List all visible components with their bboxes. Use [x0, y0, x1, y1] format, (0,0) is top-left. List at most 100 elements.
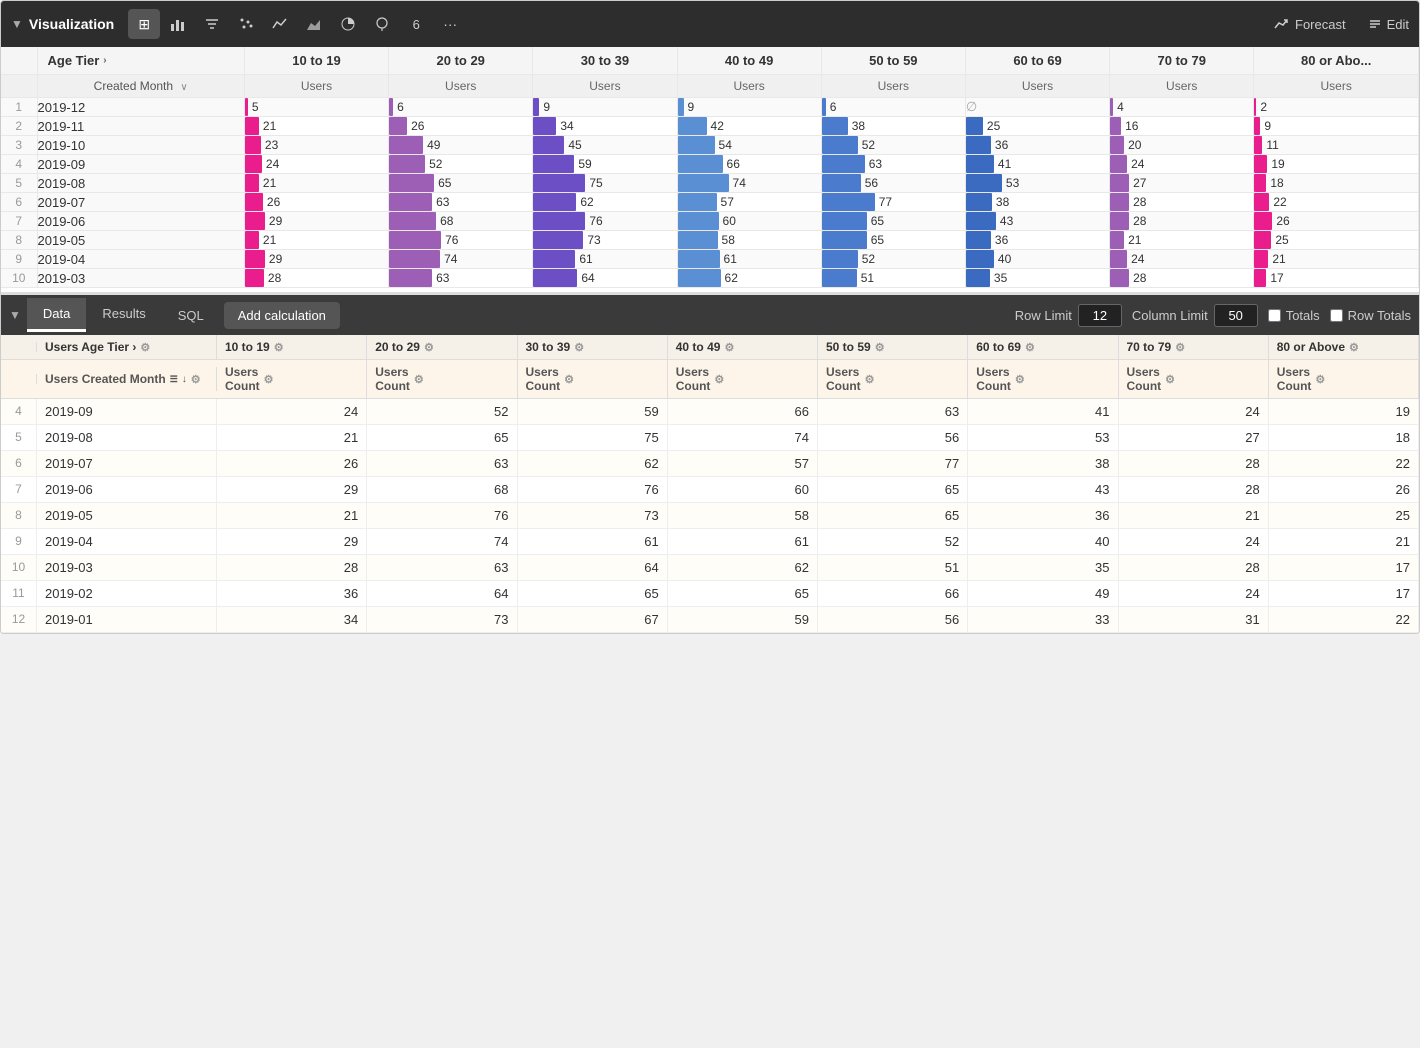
data-cell: 18 [1254, 174, 1419, 193]
line-icon[interactable] [264, 9, 296, 39]
panel-toggle[interactable]: ▼ [11, 17, 23, 31]
data-cell: 52 [821, 250, 965, 269]
date-cell: 2019-09 [37, 155, 244, 174]
row-limit-input[interactable] [1078, 304, 1122, 327]
users-subheader-7: Users [1110, 75, 1254, 98]
users-count-subheader: UsersCount⚙ [1119, 360, 1269, 398]
tier-gear-icon[interactable]: ⚙ [274, 341, 284, 354]
data-cell: 9 [1254, 117, 1419, 136]
row-value: 43 [968, 477, 1118, 502]
row-value: 60 [668, 477, 818, 502]
date-col-subheader[interactable]: Users Created Month ☰ ↓ ⚙ [37, 367, 217, 391]
count-gear-icon[interactable]: ⚙ [1015, 373, 1025, 386]
row-date: 2019-03 [37, 555, 217, 580]
data-cell: 19 [1254, 155, 1419, 174]
edit-button[interactable]: Edit [1368, 17, 1409, 32]
data-cell: 22 [1254, 193, 1419, 212]
count-gear-icon[interactable]: ⚙ [714, 373, 724, 386]
tier-gear-icon[interactable]: ⚙ [1349, 341, 1359, 354]
area-icon[interactable] [298, 9, 330, 39]
age-tier-col-header: 60 to 69⚙ [968, 335, 1118, 359]
row-value: 64 [518, 555, 668, 580]
count-gear-icon[interactable]: ⚙ [1165, 373, 1175, 386]
row-value: 65 [818, 503, 968, 528]
col-limit-input[interactable] [1214, 304, 1258, 327]
age-tier-col-header: 50 to 59⚙ [818, 335, 968, 359]
row-num: 5 [1, 425, 37, 450]
sort-down-icon[interactable]: ∨ [180, 82, 187, 93]
bar-chart-icon[interactable] [162, 9, 194, 39]
more-icon[interactable]: ··· [434, 9, 466, 39]
row-number: 3 [1, 136, 37, 155]
age-tier-col-header: 80 or Above⚙ [1269, 335, 1419, 359]
count-gear-icon[interactable]: ⚙ [865, 373, 875, 386]
data-cell: 45 [533, 136, 677, 155]
tier-gear-icon[interactable]: ⚙ [424, 341, 434, 354]
count-gear-icon[interactable]: ⚙ [564, 373, 574, 386]
count-gear-icon[interactable]: ⚙ [264, 373, 274, 386]
tab-sql[interactable]: SQL [162, 300, 220, 331]
totals-checkbox[interactable] [1268, 309, 1281, 322]
data-cell: 11 [1254, 136, 1419, 155]
data-cell: 28 [1110, 269, 1254, 288]
data-cell: 21 [244, 174, 388, 193]
date-cell: 2019-03 [37, 269, 244, 288]
data-cell: 61 [533, 250, 677, 269]
created-month-header[interactable]: Created Month ∨ [37, 75, 244, 98]
tier-gear-icon[interactable]: ⚙ [1025, 341, 1035, 354]
date-gear-icon[interactable]: ⚙ [191, 373, 201, 386]
row-value: 65 [668, 581, 818, 606]
age-tier-col-header: 30 to 39⚙ [518, 335, 668, 359]
tier-gear-icon[interactable]: ⚙ [1175, 341, 1185, 354]
forecast-button[interactable]: Forecast [1274, 16, 1346, 32]
row-value: 34 [217, 607, 367, 632]
tier-gear-icon[interactable]: ⚙ [724, 341, 734, 354]
row-num: 7 [1, 477, 37, 502]
tab-results[interactable]: Results [86, 298, 161, 332]
add-calculation-button[interactable]: Add calculation [224, 302, 340, 329]
row-value: 76 [518, 477, 668, 502]
row-value: 59 [518, 399, 668, 424]
number-icon[interactable]: 6 [400, 9, 432, 39]
data-cell: 26 [244, 193, 388, 212]
data-tabs-bar: ▼ Data Results SQL Add calculation Row L… [1, 295, 1419, 335]
row-value: 65 [818, 477, 968, 502]
visualization-table-scroll[interactable]: Age Tier › 10 to 19 20 to 29 30 to 39 40… [1, 47, 1419, 288]
totals-checkbox-group[interactable]: Totals [1268, 308, 1320, 323]
row-value: 24 [217, 399, 367, 424]
filter-icon[interactable] [196, 9, 228, 39]
tier-gear-icon[interactable]: ⚙ [574, 341, 584, 354]
data-panel-toggle[interactable]: ▼ [9, 308, 21, 322]
data-cell: 53 [965, 174, 1109, 193]
tier-gear-icon[interactable]: ⚙ [875, 341, 885, 354]
data-cell: 35 [965, 269, 1109, 288]
date-sort-icon[interactable]: ↓ [182, 374, 187, 385]
tab-data[interactable]: Data [27, 298, 86, 332]
users-subheader-1: Users [244, 75, 388, 98]
visualization-toolbar: ▼ Visualization ⊞ [1, 1, 1419, 47]
row-value: 66 [668, 399, 818, 424]
row-value: 53 [968, 425, 1118, 450]
count-gear-icon[interactable]: ⚙ [1315, 373, 1325, 386]
data-cell: 56 [821, 174, 965, 193]
date-cell: 2019-04 [37, 250, 244, 269]
row-totals-checkbox[interactable] [1330, 309, 1343, 322]
pivot-gear-icon[interactable]: ⚙ [140, 341, 150, 354]
row-number: 7 [1, 212, 37, 231]
count-gear-icon[interactable]: ⚙ [414, 373, 424, 386]
age-tier-col-header: 20 to 29⚙ [367, 335, 517, 359]
scatter-icon[interactable] [230, 9, 262, 39]
map-icon[interactable] [366, 9, 398, 39]
data-cell: 51 [821, 269, 965, 288]
row-value: 40 [968, 529, 1118, 554]
age-tier-chevron[interactable]: › [103, 55, 106, 66]
data-cell: 75 [533, 174, 677, 193]
data-cell: 25 [1254, 231, 1419, 250]
age-tier-col-header: 40 to 49⚙ [668, 335, 818, 359]
table-icon[interactable]: ⊞ [128, 9, 160, 39]
pivot-header[interactable]: Users Age Tier › ⚙ [37, 335, 217, 359]
pie-icon[interactable] [332, 9, 364, 39]
row-value: 21 [1119, 503, 1269, 528]
date-filter-icon[interactable]: ☰ [170, 374, 178, 385]
row-totals-checkbox-group[interactable]: Row Totals [1330, 308, 1411, 323]
